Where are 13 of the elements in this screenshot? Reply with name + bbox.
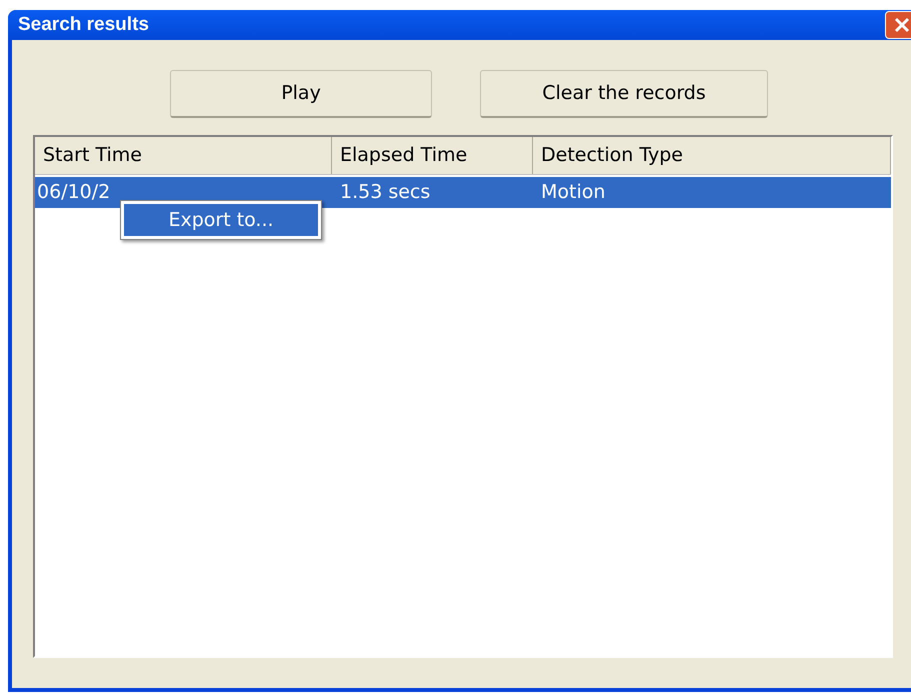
table-cell-text: Motion	[540, 180, 606, 206]
table-cell-text: 1.53 secs	[339, 180, 432, 206]
window-title: Search results	[18, 12, 149, 37]
close-icon	[893, 16, 911, 34]
table-row[interactable]: 06/10/2 1.53 secs Motion	[35, 177, 891, 208]
close-button[interactable]	[885, 11, 911, 39]
play-button[interactable]: Play	[170, 70, 432, 118]
column-header[interactable]: Start Time	[35, 137, 332, 174]
column-header[interactable]: Detection Type	[533, 137, 891, 174]
table-cell-text: 06/10/2	[36, 180, 112, 206]
column-header[interactable]: Elapsed Time	[332, 137, 533, 174]
menu-item[interactable]: Export to...	[124, 204, 318, 236]
clear-records-button[interactable]: Clear the records	[480, 70, 768, 118]
